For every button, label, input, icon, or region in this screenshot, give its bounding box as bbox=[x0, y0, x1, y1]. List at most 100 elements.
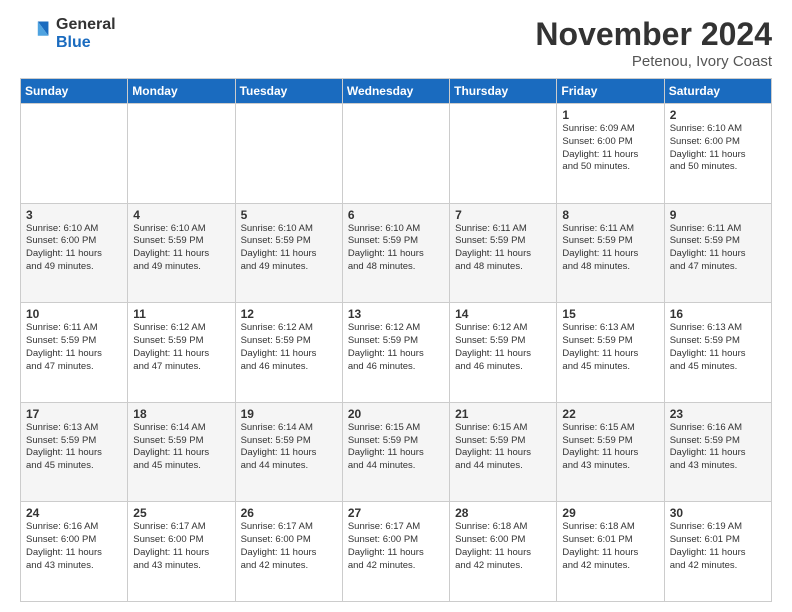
day-info: Sunrise: 6:11 AM Sunset: 5:59 PM Dayligh… bbox=[562, 223, 638, 272]
day-info: Sunrise: 6:18 AM Sunset: 6:00 PM Dayligh… bbox=[455, 521, 531, 570]
day-cell: 18Sunrise: 6:14 AM Sunset: 5:59 PM Dayli… bbox=[128, 402, 235, 502]
day-info: Sunrise: 6:11 AM Sunset: 5:59 PM Dayligh… bbox=[670, 223, 746, 272]
day-info: Sunrise: 6:10 AM Sunset: 6:00 PM Dayligh… bbox=[670, 123, 746, 172]
logo-general-text: General bbox=[56, 16, 116, 34]
day-header-wednesday: Wednesday bbox=[342, 79, 449, 104]
subtitle: Petenou, Ivory Coast bbox=[535, 53, 772, 70]
day-header-tuesday: Tuesday bbox=[235, 79, 342, 104]
week-row-1: 1Sunrise: 6:09 AM Sunset: 6:00 PM Daylig… bbox=[21, 104, 772, 204]
day-header-monday: Monday bbox=[128, 79, 235, 104]
calendar: SundayMondayTuesdayWednesdayThursdayFrid… bbox=[20, 78, 772, 602]
day-cell bbox=[21, 104, 128, 204]
day-cell: 2Sunrise: 6:10 AM Sunset: 6:00 PM Daylig… bbox=[664, 104, 771, 204]
day-cell bbox=[450, 104, 557, 204]
main-title: November 2024 bbox=[535, 16, 772, 53]
day-info: Sunrise: 6:15 AM Sunset: 5:59 PM Dayligh… bbox=[348, 422, 424, 471]
day-header-thursday: Thursday bbox=[450, 79, 557, 104]
week-row-2: 3Sunrise: 6:10 AM Sunset: 6:00 PM Daylig… bbox=[21, 203, 772, 303]
day-header-saturday: Saturday bbox=[664, 79, 771, 104]
day-cell: 30Sunrise: 6:19 AM Sunset: 6:01 PM Dayli… bbox=[664, 502, 771, 602]
day-info: Sunrise: 6:14 AM Sunset: 5:59 PM Dayligh… bbox=[133, 422, 209, 471]
day-info: Sunrise: 6:16 AM Sunset: 6:00 PM Dayligh… bbox=[26, 521, 102, 570]
day-header-sunday: Sunday bbox=[21, 79, 128, 104]
day-cell: 11Sunrise: 6:12 AM Sunset: 5:59 PM Dayli… bbox=[128, 303, 235, 403]
day-cell: 25Sunrise: 6:17 AM Sunset: 6:00 PM Dayli… bbox=[128, 502, 235, 602]
day-info: Sunrise: 6:11 AM Sunset: 5:59 PM Dayligh… bbox=[455, 223, 531, 272]
day-number: 20 bbox=[348, 407, 444, 421]
day-cell: 21Sunrise: 6:15 AM Sunset: 5:59 PM Dayli… bbox=[450, 402, 557, 502]
day-info: Sunrise: 6:18 AM Sunset: 6:01 PM Dayligh… bbox=[562, 521, 638, 570]
day-number: 17 bbox=[26, 407, 122, 421]
day-info: Sunrise: 6:12 AM Sunset: 5:59 PM Dayligh… bbox=[348, 322, 424, 371]
day-info: Sunrise: 6:10 AM Sunset: 6:00 PM Dayligh… bbox=[26, 223, 102, 272]
day-info: Sunrise: 6:12 AM Sunset: 5:59 PM Dayligh… bbox=[241, 322, 317, 371]
day-number: 25 bbox=[133, 506, 229, 520]
day-info: Sunrise: 6:13 AM Sunset: 5:59 PM Dayligh… bbox=[562, 322, 638, 371]
day-cell: 9Sunrise: 6:11 AM Sunset: 5:59 PM Daylig… bbox=[664, 203, 771, 303]
day-info: Sunrise: 6:12 AM Sunset: 5:59 PM Dayligh… bbox=[133, 322, 209, 371]
day-number: 27 bbox=[348, 506, 444, 520]
day-number: 7 bbox=[455, 208, 551, 222]
day-number: 10 bbox=[26, 307, 122, 321]
day-cell: 20Sunrise: 6:15 AM Sunset: 5:59 PM Dayli… bbox=[342, 402, 449, 502]
day-number: 2 bbox=[670, 108, 766, 122]
header: General Blue November 2024 Petenou, Ivor… bbox=[20, 16, 772, 70]
day-number: 13 bbox=[348, 307, 444, 321]
week-row-5: 24Sunrise: 6:16 AM Sunset: 6:00 PM Dayli… bbox=[21, 502, 772, 602]
day-cell: 13Sunrise: 6:12 AM Sunset: 5:59 PM Dayli… bbox=[342, 303, 449, 403]
title-block: November 2024 Petenou, Ivory Coast bbox=[535, 16, 772, 70]
day-info: Sunrise: 6:13 AM Sunset: 5:59 PM Dayligh… bbox=[26, 422, 102, 471]
day-number: 16 bbox=[670, 307, 766, 321]
day-cell: 4Sunrise: 6:10 AM Sunset: 5:59 PM Daylig… bbox=[128, 203, 235, 303]
day-number: 24 bbox=[26, 506, 122, 520]
day-number: 8 bbox=[562, 208, 658, 222]
logo-blue-text: Blue bbox=[56, 34, 116, 52]
day-number: 18 bbox=[133, 407, 229, 421]
day-cell: 10Sunrise: 6:11 AM Sunset: 5:59 PM Dayli… bbox=[21, 303, 128, 403]
day-info: Sunrise: 6:10 AM Sunset: 5:59 PM Dayligh… bbox=[348, 223, 424, 272]
day-cell bbox=[128, 104, 235, 204]
day-number: 28 bbox=[455, 506, 551, 520]
logo-icon bbox=[20, 18, 52, 50]
day-cell: 12Sunrise: 6:12 AM Sunset: 5:59 PM Dayli… bbox=[235, 303, 342, 403]
day-info: Sunrise: 6:10 AM Sunset: 5:59 PM Dayligh… bbox=[241, 223, 317, 272]
day-number: 4 bbox=[133, 208, 229, 222]
day-info: Sunrise: 6:13 AM Sunset: 5:59 PM Dayligh… bbox=[670, 322, 746, 371]
day-cell: 5Sunrise: 6:10 AM Sunset: 5:59 PM Daylig… bbox=[235, 203, 342, 303]
day-number: 15 bbox=[562, 307, 658, 321]
day-info: Sunrise: 6:14 AM Sunset: 5:59 PM Dayligh… bbox=[241, 422, 317, 471]
day-number: 6 bbox=[348, 208, 444, 222]
day-info: Sunrise: 6:09 AM Sunset: 6:00 PM Dayligh… bbox=[562, 123, 638, 172]
day-info: Sunrise: 6:17 AM Sunset: 6:00 PM Dayligh… bbox=[241, 521, 317, 570]
day-number: 9 bbox=[670, 208, 766, 222]
logo: General Blue bbox=[20, 16, 116, 51]
day-number: 30 bbox=[670, 506, 766, 520]
day-cell: 28Sunrise: 6:18 AM Sunset: 6:00 PM Dayli… bbox=[450, 502, 557, 602]
day-cell bbox=[235, 104, 342, 204]
day-cell: 15Sunrise: 6:13 AM Sunset: 5:59 PM Dayli… bbox=[557, 303, 664, 403]
day-cell: 27Sunrise: 6:17 AM Sunset: 6:00 PM Dayli… bbox=[342, 502, 449, 602]
day-number: 22 bbox=[562, 407, 658, 421]
day-number: 11 bbox=[133, 307, 229, 321]
week-row-3: 10Sunrise: 6:11 AM Sunset: 5:59 PM Dayli… bbox=[21, 303, 772, 403]
day-cell: 8Sunrise: 6:11 AM Sunset: 5:59 PM Daylig… bbox=[557, 203, 664, 303]
day-number: 29 bbox=[562, 506, 658, 520]
day-header-friday: Friday bbox=[557, 79, 664, 104]
day-info: Sunrise: 6:10 AM Sunset: 5:59 PM Dayligh… bbox=[133, 223, 209, 272]
day-number: 5 bbox=[241, 208, 337, 222]
day-cell: 23Sunrise: 6:16 AM Sunset: 5:59 PM Dayli… bbox=[664, 402, 771, 502]
day-number: 12 bbox=[241, 307, 337, 321]
day-number: 26 bbox=[241, 506, 337, 520]
page: General Blue November 2024 Petenou, Ivor… bbox=[0, 0, 792, 612]
day-cell: 6Sunrise: 6:10 AM Sunset: 5:59 PM Daylig… bbox=[342, 203, 449, 303]
day-info: Sunrise: 6:16 AM Sunset: 5:59 PM Dayligh… bbox=[670, 422, 746, 471]
day-info: Sunrise: 6:12 AM Sunset: 5:59 PM Dayligh… bbox=[455, 322, 531, 371]
day-cell: 24Sunrise: 6:16 AM Sunset: 6:00 PM Dayli… bbox=[21, 502, 128, 602]
day-cell: 29Sunrise: 6:18 AM Sunset: 6:01 PM Dayli… bbox=[557, 502, 664, 602]
day-number: 19 bbox=[241, 407, 337, 421]
calendar-header-row: SundayMondayTuesdayWednesdayThursdayFrid… bbox=[21, 79, 772, 104]
day-cell: 14Sunrise: 6:12 AM Sunset: 5:59 PM Dayli… bbox=[450, 303, 557, 403]
day-cell: 3Sunrise: 6:10 AM Sunset: 6:00 PM Daylig… bbox=[21, 203, 128, 303]
day-info: Sunrise: 6:11 AM Sunset: 5:59 PM Dayligh… bbox=[26, 322, 102, 371]
day-info: Sunrise: 6:19 AM Sunset: 6:01 PM Dayligh… bbox=[670, 521, 746, 570]
